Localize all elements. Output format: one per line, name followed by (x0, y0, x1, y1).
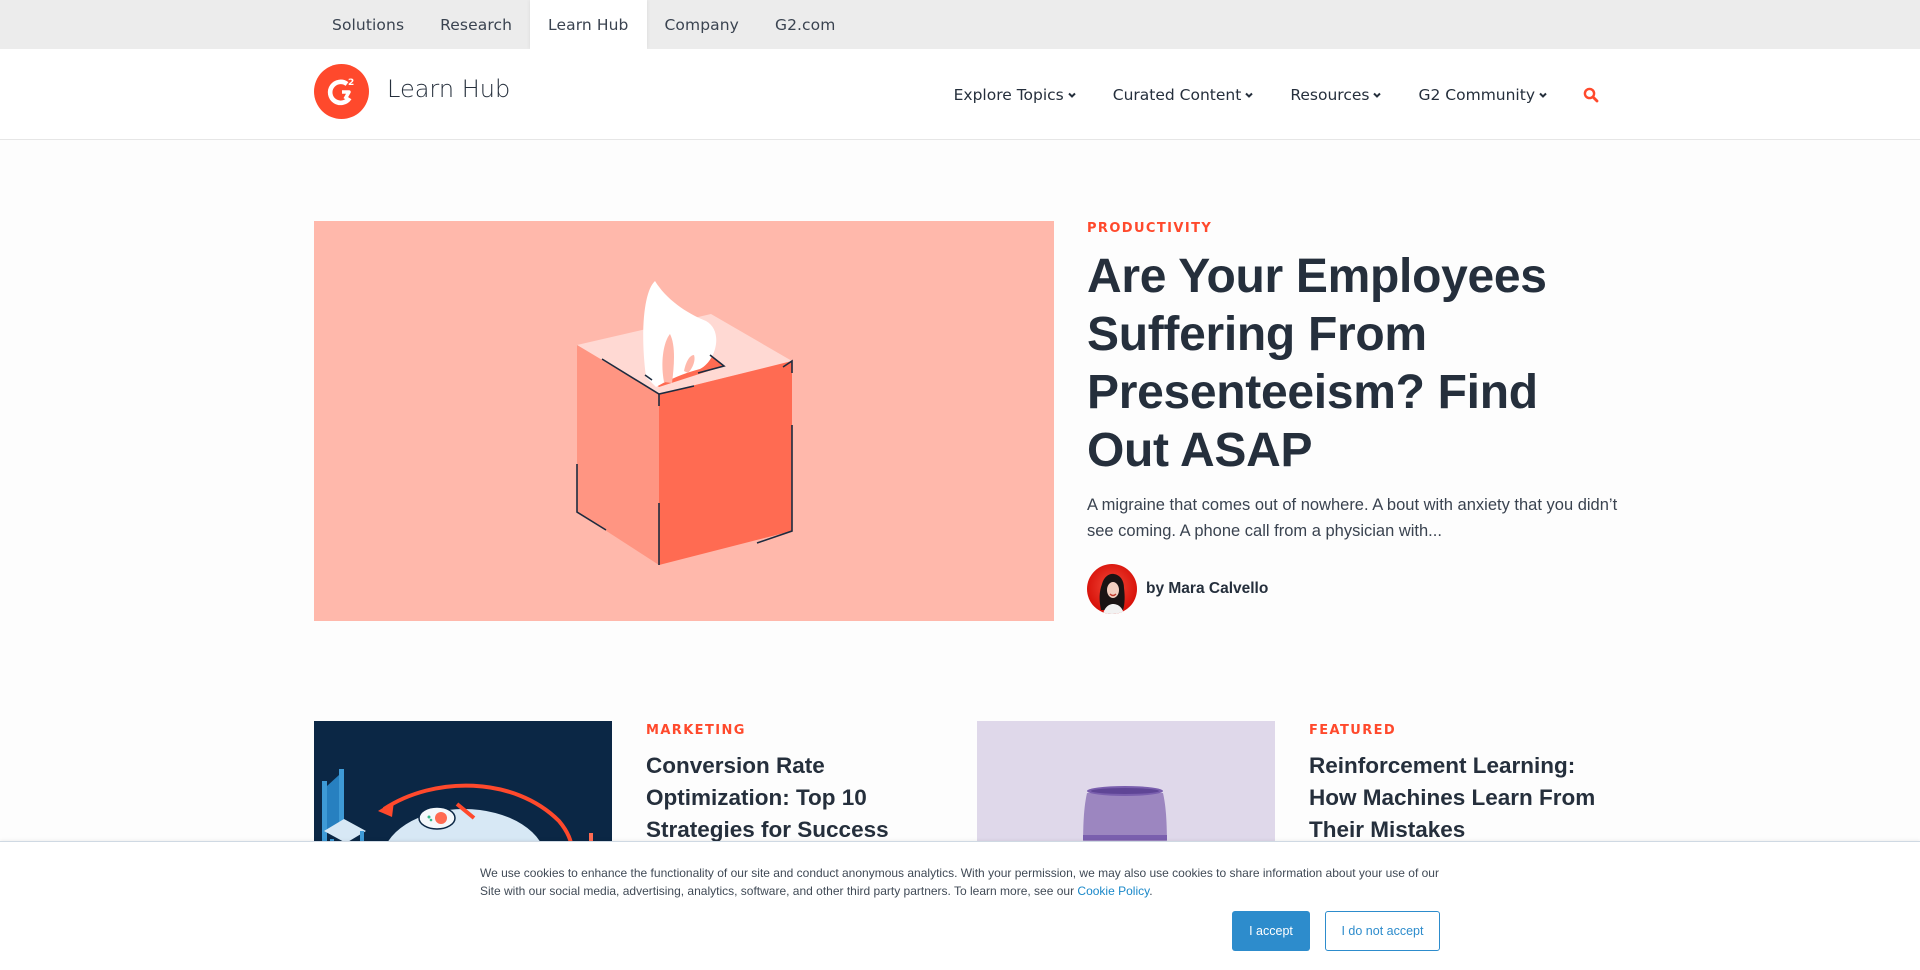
nav-label: Explore Topics (953, 85, 1064, 104)
cookie-message: We use cookies to enhance the functional… (480, 864, 1440, 900)
author-byline: by Mara Calvello (1087, 564, 1627, 614)
nav-label: Curated Content (1112, 85, 1242, 104)
decline-cookies-button[interactable]: I do not accept (1325, 911, 1440, 951)
brand-title[interactable]: Learn Hub (387, 75, 510, 103)
card-category[interactable]: MARKETING (646, 723, 966, 738)
search-button[interactable] (1582, 86, 1600, 104)
author-name[interactable]: by Mara Calvello (1146, 580, 1268, 598)
nav-label: Resources (1290, 85, 1370, 104)
accept-cookies-button[interactable]: I accept (1232, 911, 1310, 951)
nav-g2-community[interactable]: G2 Community (1418, 86, 1548, 104)
nav-curated-content[interactable]: Curated Content (1113, 86, 1255, 104)
nav-resources[interactable]: Resources (1290, 86, 1382, 104)
chevron-down-icon (1373, 92, 1382, 98)
cookie-consent-banner: We use cookies to enhance the functional… (0, 841, 1920, 970)
nav-label: G2 Community (1418, 85, 1535, 104)
g2-logo-icon[interactable]: 2 (314, 64, 369, 119)
card-title[interactable]: Conversion Rate Optimization: Top 10 Str… (646, 750, 966, 846)
hero-article: PRODUCTIVITY Are Your Employees Sufferin… (1087, 221, 1627, 614)
card-title[interactable]: Reinforcement Learning: How Machines Lea… (1309, 750, 1629, 846)
article-card-text: MARKETING Conversion Rate Optimization: … (646, 721, 966, 846)
svg-text:2: 2 (348, 78, 354, 88)
utility-tab-company[interactable]: Company (647, 0, 757, 49)
utility-tab-g2-com[interactable]: G2.com (757, 0, 854, 49)
nav-explore-topics[interactable]: Explore Topics (954, 86, 1077, 104)
chevron-down-icon (1068, 92, 1076, 98)
utility-nav-bar: Solutions Research Learn Hub Company G2.… (0, 0, 1920, 49)
cookie-message-end: . (1149, 884, 1153, 898)
utility-tabs: Solutions Research Learn Hub Company G2.… (314, 0, 853, 49)
chevron-down-icon (1245, 92, 1254, 98)
main-nav: Explore Topics Curated Content Resources… (954, 49, 1600, 140)
main-header: 2 Learn Hub Explore Topics Curated Conte… (0, 49, 1920, 140)
utility-tab-learn-hub[interactable]: Learn Hub (530, 0, 647, 49)
utility-tab-solutions[interactable]: Solutions (314, 0, 422, 49)
hero-category[interactable]: PRODUCTIVITY (1087, 221, 1627, 236)
tissue-box-illustration (576, 281, 793, 565)
search-icon (1583, 87, 1599, 102)
hero-title[interactable]: Are Your Employees Suffering From Presen… (1087, 248, 1627, 480)
chevron-down-icon (1539, 92, 1547, 98)
hero-excerpt: A migraine that comes out of nowhere. A … (1087, 496, 1618, 540)
card-category[interactable]: FEATURED (1309, 723, 1629, 738)
article-card-text: FEATURED Reinforcement Learning: How Mac… (1309, 721, 1629, 846)
utility-tab-research[interactable]: Research (422, 0, 530, 49)
person-icon (1099, 573, 1125, 614)
hero-article-image[interactable] (314, 221, 1054, 621)
author-avatar[interactable] (1087, 564, 1137, 614)
cookie-message-text: We use cookies to enhance the functional… (480, 866, 1439, 898)
cookie-policy-link[interactable]: Cookie Policy (1077, 884, 1149, 898)
